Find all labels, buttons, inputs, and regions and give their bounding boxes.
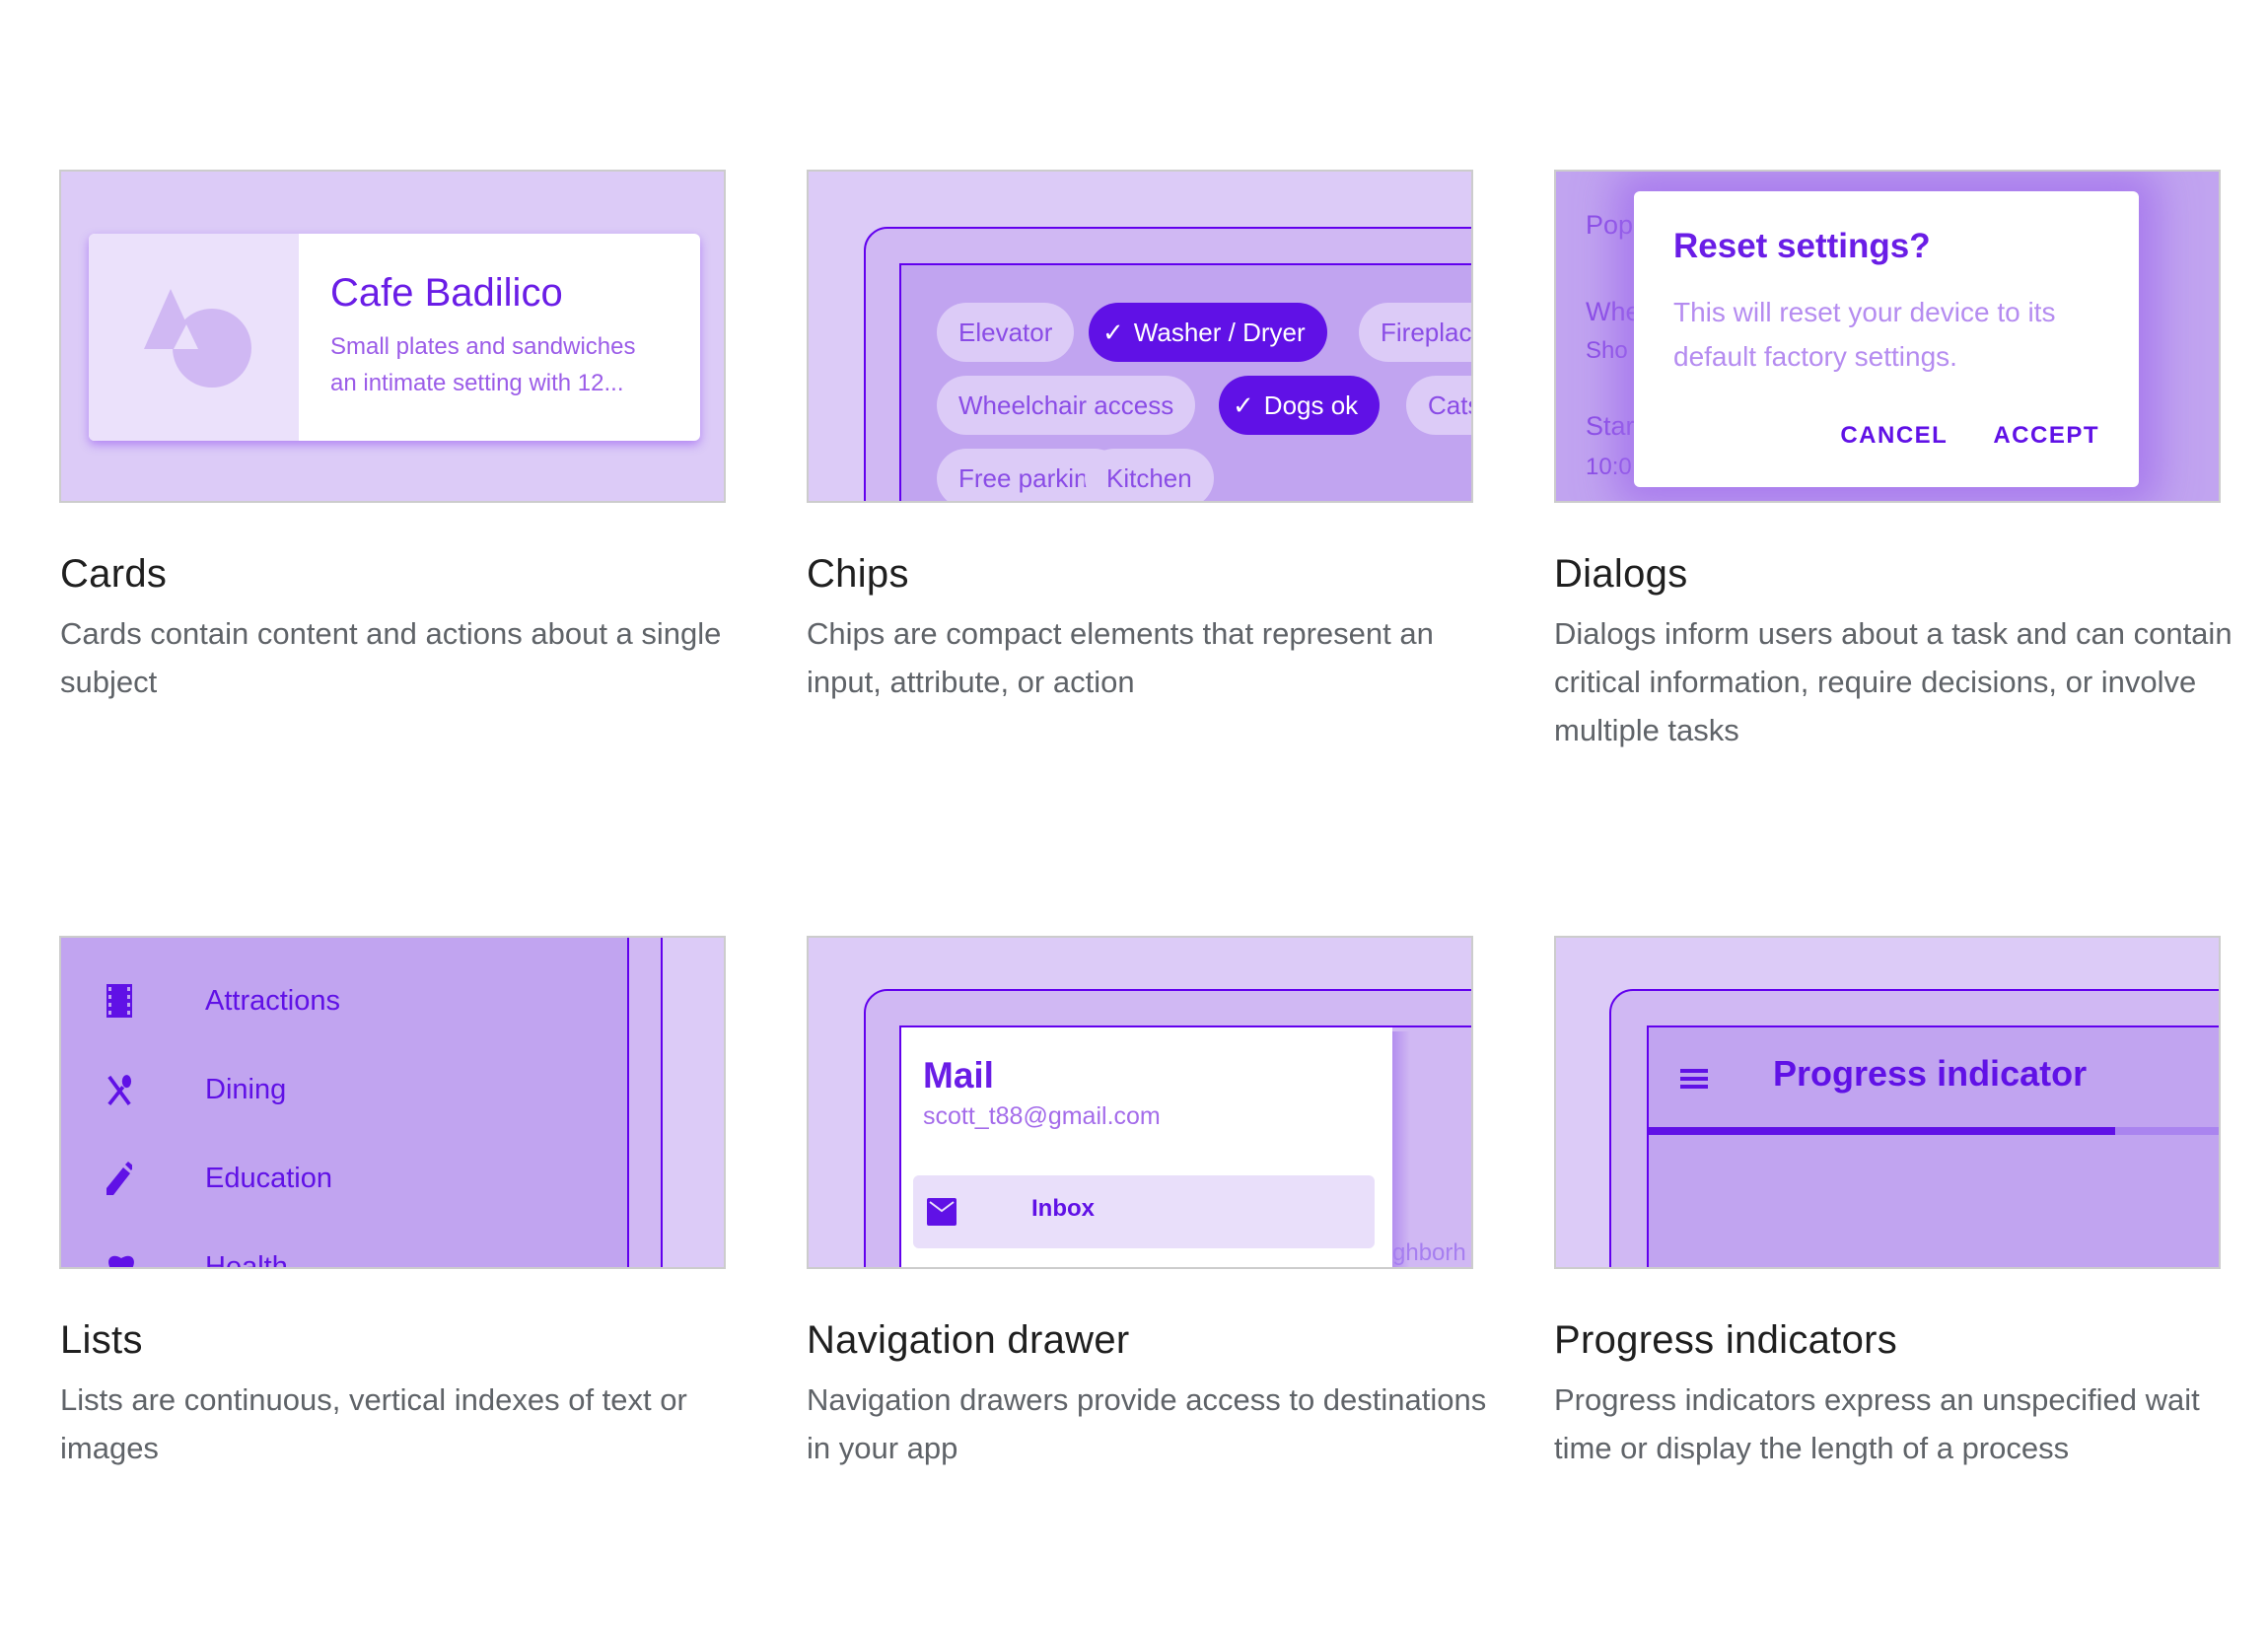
list-item-label: Education	[205, 1162, 332, 1194]
chip-dogs-ok[interactable]: ✓ Dogs ok	[1219, 376, 1381, 435]
frame-edge	[1392, 1025, 1471, 1027]
list-background	[663, 938, 724, 1267]
section-title[interactable]: Chips	[807, 548, 1497, 600]
chip-label: Cats	[1428, 390, 1471, 420]
app-bar: Progress indicator	[1647, 1025, 2219, 1267]
section-description: Chips are compact elements that represen…	[807, 616, 1434, 699]
chip-label: Wheelchair access	[958, 390, 1174, 420]
section-title[interactable]: Lists	[60, 1314, 750, 1366]
section-description: Lists are continuous, vertical indexes o…	[60, 1382, 687, 1465]
progress-indicators-caption: Progress indicators Progress indicators …	[1554, 1314, 2244, 1472]
lists-preview[interactable]: Attractions Dining Education Health	[59, 936, 726, 1269]
drawer-item-label: Inbox	[1031, 1195, 1095, 1222]
content-peek-text: ghborh	[1392, 1239, 1466, 1266]
dialog-body: This will reset your device to its defau…	[1673, 297, 2056, 372]
film-icon	[106, 984, 132, 1018]
drawer-account-email: scott_t88@gmail.com	[923, 1102, 1161, 1130]
section-title[interactable]: Cards	[60, 548, 750, 600]
background-text: Whe	[1586, 297, 1641, 326]
reset-dialog: Reset settings? This will reset your dev…	[1634, 191, 2139, 487]
dialog-actions: CANCEL ACCEPT	[1840, 422, 2099, 450]
drawer-scrim	[1390, 1031, 1471, 1267]
chip-label: Dogs ok	[1263, 390, 1359, 420]
check-icon: ✓	[1233, 390, 1254, 420]
progress-indicators-preview[interactable]: Progress indicator	[1554, 936, 2221, 1269]
background-text: Star	[1586, 411, 1635, 441]
dialogs-caption: Dialogs Dialogs inform users about a tas…	[1554, 548, 2244, 754]
list-item-label: Dining	[205, 1073, 287, 1105]
drawer-title: Mail	[923, 1055, 994, 1096]
list-item-attractions[interactable]: Attractions	[61, 971, 613, 1030]
shapes-placeholder-icon	[144, 289, 251, 388]
card-description: Small plates and sandwiches an intimate …	[330, 328, 636, 401]
card-description-line: Small plates and sandwiches	[330, 333, 636, 360]
list-item-education[interactable]: Education	[61, 1149, 613, 1208]
cards-caption: Cards Cards contain content and actions …	[60, 548, 750, 706]
check-icon: ✓	[1102, 318, 1124, 347]
navigation-drawer-preview[interactable]: ghborh Mail scott_t88@gmail.com Inbox	[807, 936, 1473, 1269]
section-title[interactable]: Dialogs	[1554, 548, 2244, 600]
section-description: Progress indicators express an unspecifi…	[1554, 1382, 2200, 1465]
section-description: Dialogs inform users about a task and ca…	[1554, 616, 2233, 747]
chip-label: Free parking	[958, 463, 1102, 493]
restaurant-icon	[107, 1075, 132, 1106]
chip-label: Elevator	[958, 318, 1053, 347]
list-item-label: Health	[205, 1250, 288, 1269]
section-description: Navigation drawers provide access to des…	[807, 1382, 1487, 1465]
list-item-label: Attractions	[205, 984, 340, 1017]
chip-label: Washer / Dryer	[1133, 318, 1306, 347]
cafe-card[interactable]: Cafe Badilico Small plates and sandwiche…	[89, 234, 700, 441]
chip-wheelchair-access[interactable]: Wheelchair access	[937, 376, 1196, 435]
background-text: Pop	[1586, 210, 1634, 240]
chip-fireplace[interactable]: Fireplace	[1359, 303, 1472, 362]
chip-cats[interactable]: Cats	[1406, 376, 1471, 435]
card-media	[89, 234, 299, 441]
section-title[interactable]: Progress indicators	[1554, 1314, 2244, 1366]
navigation-drawer-caption: Navigation drawer Navigation drawers pro…	[807, 1314, 1497, 1472]
chip-label: Fireplace	[1381, 318, 1472, 347]
menu-icon[interactable]	[1680, 1067, 1708, 1091]
heart-icon	[108, 1255, 134, 1267]
section-title[interactable]: Navigation drawer	[807, 1314, 1497, 1366]
chip-kitchen[interactable]: Kitchen	[1085, 449, 1214, 501]
chip-label: Kitchen	[1106, 463, 1192, 493]
list-item-health[interactable]: Health	[61, 1237, 613, 1269]
progress-track	[1649, 1127, 2219, 1135]
list-divider	[627, 938, 663, 1267]
app-bar-title: Progress indicator	[1773, 1053, 2088, 1094]
mail-icon	[927, 1198, 957, 1226]
dialogs-preview[interactable]: Pop Whe Sho Star 10:0 Reset settings? Th…	[1554, 170, 2221, 503]
drawer-item-inbox[interactable]: Inbox	[913, 1175, 1375, 1248]
dialog-title: Reset settings?	[1673, 227, 1931, 265]
progress-fill	[1649, 1127, 2116, 1135]
chips-preview[interactable]: Elevator ✓ Washer / Dryer Fireplace Wheel…	[807, 170, 1473, 503]
cancel-button[interactable]: CANCEL	[1840, 422, 1948, 450]
chips-caption: Chips Chips are compact elements that re…	[807, 548, 1497, 706]
chip-area: Elevator ✓ Washer / Dryer Fireplace Wheel…	[899, 263, 1472, 501]
background-text: Sho	[1586, 337, 1628, 364]
cards-preview[interactable]: Cafe Badilico Small plates and sandwiche…	[59, 170, 726, 503]
section-description: Cards contain content and actions about …	[60, 616, 722, 699]
chip-washer-dryer[interactable]: ✓ Washer / Dryer	[1089, 303, 1327, 362]
lists-caption: Lists Lists are continuous, vertical ind…	[60, 1314, 750, 1472]
card-title: Cafe Badilico	[330, 271, 563, 315]
navigation-drawer: Mail scott_t88@gmail.com Inbox	[899, 1025, 1392, 1267]
card-description-line: an intimate setting with 12...	[330, 370, 624, 396]
accept-button[interactable]: ACCEPT	[1993, 422, 2099, 450]
chip-elevator[interactable]: Elevator	[937, 303, 1075, 362]
pencil-icon	[106, 1162, 132, 1195]
list-item-dining[interactable]: Dining	[61, 1060, 613, 1119]
background-text: 10:0	[1586, 454, 1632, 480]
